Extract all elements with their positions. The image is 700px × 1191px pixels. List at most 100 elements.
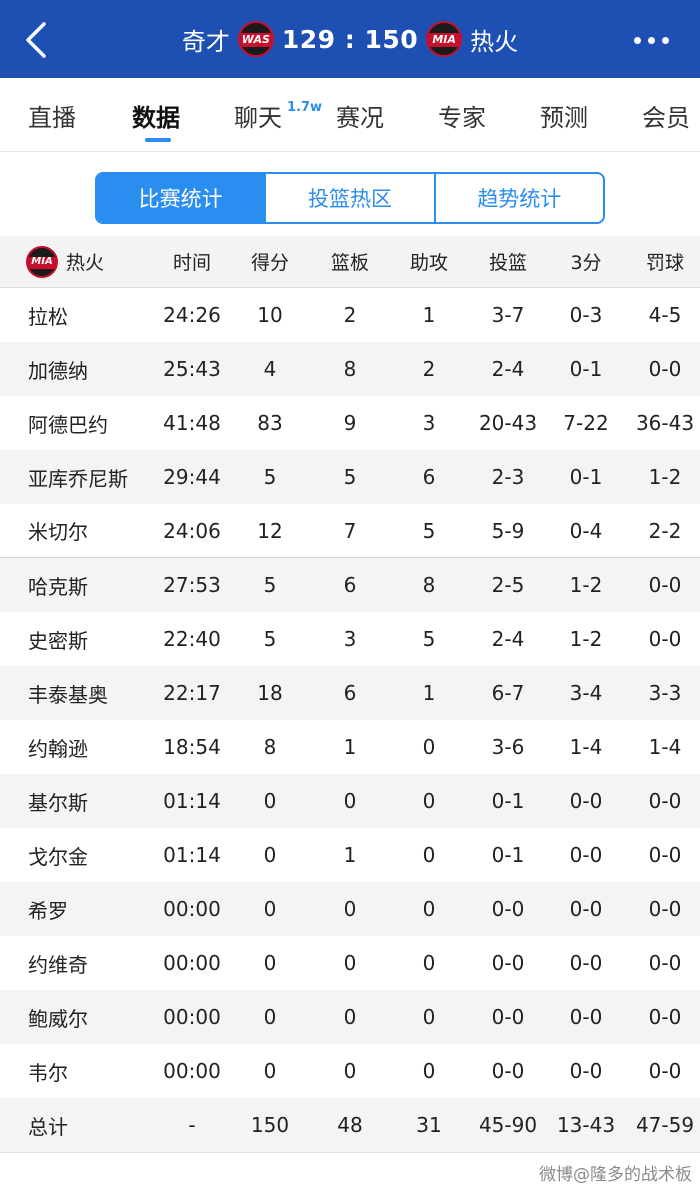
player-name[interactable]: 加德纳 [28,342,88,396]
table-row[interactable]: 戈尔金 01:14 0 1 0 0-1 0-0 0-0 [0,828,700,882]
stat-time: 00:00 [163,1059,221,1083]
scoreboard: 奇才 WAS 129 : 150 MIA 热火 [0,0,700,78]
tab-data[interactable]: 数据 [132,98,180,133]
stat-time: 27:53 [163,573,221,597]
stat-rebounds: 6 [343,573,357,597]
table-row[interactable]: 加德纳 25:43 4 8 2 2-4 0-1 0-0 [0,342,700,396]
player-name[interactable]: 史密斯 [28,612,88,666]
segment-shot-chart[interactable]: 投篮热区 [264,174,433,222]
stat-fg: 0-1 [491,789,525,813]
stat-3pt: 0-0 [569,1059,603,1083]
player-name[interactable]: 亚库乔尼斯 [28,450,128,504]
chat-count-badge: 1.7w [287,100,323,115]
stat-fg: 0-0 [491,951,525,975]
stat-assists: 3 [422,411,436,435]
stat-time: 24:06 [163,518,221,543]
stat-3pt: 1-2 [569,573,603,597]
stat-3pt: 0-0 [569,843,603,867]
tab-game-status[interactable]: 赛况 [336,98,384,133]
stat-assists: 6 [422,465,436,489]
segment-game-stats[interactable]: 比赛统计 [97,174,265,222]
stat-fg: 5-9 [491,518,525,543]
player-name[interactable]: 鲍威尔 [28,990,88,1044]
stat-assists: 0 [422,951,436,975]
stat-time: 22:40 [163,627,221,651]
table-row[interactable]: 约维奇 00:00 0 0 0 0-0 0-0 0-0 [0,936,700,990]
player-name[interactable]: 约翰逊 [28,720,88,774]
stat-fg: 2-4 [491,357,525,381]
stat-time: 01:14 [163,789,221,813]
player-name[interactable]: 拉松 [28,288,68,342]
table-row[interactable]: 史密斯 22:40 5 3 5 2-4 1-2 0-0 [0,612,700,666]
main-tabs: 直播 数据 聊天 1.7w 赛况 专家 预测 会员 [0,78,700,152]
stat-fg: 0-0 [491,897,525,921]
stat-points: 0 [263,789,277,813]
stat-time: 00:00 [163,897,221,921]
stat-points: 5 [263,573,277,597]
stat-3pt: 7-22 [563,411,609,435]
player-name[interactable]: 戈尔金 [28,828,88,882]
segment-trend-stats[interactable]: 趋势统计 [433,174,603,222]
table-row[interactable]: 哈克斯 27:53 5 6 8 2-5 1-2 0-0 [0,558,700,612]
table-bottom-divider [0,1152,700,1153]
stat-points: 0 [263,1059,277,1083]
home-team-logo: WAS [237,21,274,57]
player-name[interactable]: 希罗 [28,882,68,936]
table-row[interactable]: 基尔斯 01:14 0 0 0 0-1 0-0 0-0 [0,774,700,828]
table-row[interactable]: 米切尔 24:06 12 7 5 5-9 0-4 2-2 [0,504,700,558]
player-name[interactable]: 阿德巴约 [28,396,108,450]
player-name[interactable]: 基尔斯 [28,774,88,828]
stat-time: 18:54 [163,735,221,759]
stat-ft: 0-0 [648,1059,682,1083]
stat-rebounds: 6 [343,681,357,705]
stat-rebounds: 0 [343,951,357,975]
tab-live[interactable]: 直播 [28,98,76,133]
tab-chat[interactable]: 聊天 [234,98,282,133]
top-bar: 奇才 WAS 129 : 150 MIA 热火 [0,0,700,78]
player-name[interactable]: 丰泰基奥 [28,666,108,720]
home-team-name: 奇才 [181,27,230,56]
stat-rebounds: 0 [343,897,357,921]
total-assists: 31 [416,1113,442,1137]
table-row[interactable]: 鲍威尔 00:00 0 0 0 0-0 0-0 0-0 [0,990,700,1044]
stat-rebounds: 7 [343,518,357,543]
tab-experts[interactable]: 专家 [438,98,486,133]
player-name[interactable]: 韦尔 [28,1044,68,1098]
table-row[interactable]: 希罗 00:00 0 0 0 0-0 0-0 0-0 [0,882,700,936]
stat-time: 22:17 [163,681,221,705]
tab-prediction[interactable]: 预测 [540,98,588,133]
away-team-logo: MIA [426,21,463,57]
table-row[interactable]: 拉松 24:26 10 2 1 3-7 0-3 4-5 [0,288,700,342]
stat-assists: 8 [422,573,436,597]
stat-3pt: 1-4 [569,735,603,759]
stat-ft: 0-0 [648,573,682,597]
table-row[interactable]: 亚库乔尼斯 29:44 5 5 6 2-3 0-1 1-2 [0,450,700,504]
more-dots-icon[interactable] [634,28,674,52]
stat-ft: 0-0 [648,789,682,813]
team-header: MIA 热火 [26,236,104,287]
player-name[interactable]: 米切尔 [28,504,88,557]
stat-rebounds: 0 [343,1005,357,1029]
player-name[interactable]: 约维奇 [28,936,88,990]
tab-membership[interactable]: 会员 [642,98,690,133]
table-row[interactable]: 韦尔 00:00 0 0 0 0-0 0-0 0-0 [0,1044,700,1098]
stat-assists: 0 [422,735,436,759]
stat-points: 0 [263,843,277,867]
player-stats-table: MIA 热火 时间 得分 篮板 助攻 投篮 3分 罚球 拉松 24:26 10 2 1 3… [0,236,700,1152]
table-row[interactable]: 丰泰基奥 22:17 18 6 1 6-7 3-4 3-3 [0,666,700,720]
watermark: 微博@隆多的战术板 [539,1165,692,1185]
stat-rebounds: 9 [343,411,357,435]
stat-3pt: 0-0 [569,1005,603,1029]
stat-3pt: 0-4 [569,518,603,543]
stat-points: 10 [257,303,283,327]
stat-ft: 0-0 [648,843,682,867]
stat-ft: 0-0 [648,1005,682,1029]
player-name[interactable]: 哈克斯 [28,558,88,612]
stat-points: 8 [263,735,277,759]
stat-ft: 0-0 [648,897,682,921]
stat-rebounds: 3 [343,627,357,651]
table-row[interactable]: 约翰逊 18:54 8 1 0 3-6 1-4 1-4 [0,720,700,774]
table-row[interactable]: 阿德巴约 41:48 83 9 3 20-43 7-22 36-43 [0,396,700,450]
table-header: MIA 热火 时间 得分 篮板 助攻 投篮 3分 罚球 [0,236,700,288]
team-logo: MIA [26,245,58,278]
